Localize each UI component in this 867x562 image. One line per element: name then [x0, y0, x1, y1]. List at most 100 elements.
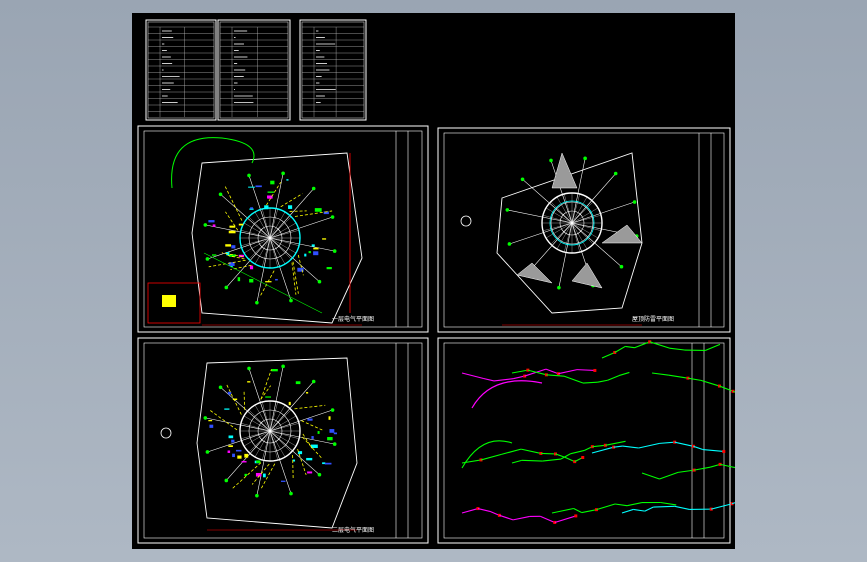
axis-bubble — [332, 249, 337, 253]
wire-run — [208, 259, 246, 268]
sheet-3[interactable]: 二层电气平面图 — [137, 337, 429, 544]
wire-run — [301, 420, 323, 431]
axis-bubble — [218, 385, 223, 390]
fixture-symbol — [286, 179, 289, 181]
dome-rib — [269, 423, 300, 432]
circuit-line — [570, 449, 585, 455]
fixture-symbol — [208, 220, 215, 223]
dome-rib — [269, 237, 297, 254]
circuit-line — [693, 445, 703, 451]
axis-bubble — [549, 158, 553, 163]
fixture-symbol — [267, 196, 273, 199]
axis-bubble — [311, 186, 316, 191]
dome-rib — [564, 193, 573, 224]
cad-viewport[interactable]: 一层电气平面图 屋顶防雷平面图 二层电气平面图 — [132, 13, 735, 549]
site-path — [171, 137, 255, 189]
circuit-line — [513, 375, 525, 380]
dome-rib — [254, 237, 271, 265]
breaker-symbol — [593, 368, 597, 372]
sheet-1-plan — [147, 137, 363, 326]
circuit-line — [668, 374, 689, 379]
circuit-line — [659, 441, 675, 444]
fixture-symbol — [227, 391, 232, 395]
fixture-symbol — [304, 253, 307, 257]
sheet-2-title: 屋顶防雷平面图 — [632, 315, 674, 323]
wire-run — [260, 369, 272, 400]
circuit-line — [625, 345, 635, 349]
dome-rib — [240, 430, 271, 439]
axis-bubble — [281, 364, 285, 369]
circuit-line — [555, 453, 566, 458]
circuit-line — [687, 377, 702, 381]
axis-bubble — [289, 491, 293, 496]
legend-table-1 — [145, 19, 217, 121]
axis-bubble — [255, 300, 259, 305]
axis-bubble — [247, 173, 251, 178]
fixture-symbol — [313, 247, 319, 250]
dome-rib — [243, 222, 271, 239]
circuit-line — [461, 508, 479, 514]
circuit-line — [621, 508, 634, 514]
circuit-line — [614, 503, 628, 507]
fixture-symbol — [288, 205, 293, 209]
dome-rib — [240, 237, 271, 246]
fixture-symbol — [306, 392, 309, 394]
circuit-line — [582, 381, 598, 384]
circuit-line — [653, 505, 675, 508]
axis-bubble — [330, 408, 335, 412]
cad-drawing: 一层电气平面图 屋顶防雷平面图 二层电气平面图 — [137, 19, 735, 544]
fixture-symbol — [255, 185, 262, 188]
wire-run — [292, 455, 294, 479]
axis-bubble — [247, 366, 251, 371]
dome-rib — [269, 237, 278, 268]
roof-segment — [601, 224, 643, 244]
circuit-line — [512, 515, 530, 521]
wire-run — [243, 390, 246, 410]
wire-run — [210, 410, 238, 431]
circuit-line — [633, 508, 645, 512]
fixture-symbol — [307, 418, 313, 421]
fixture-symbol — [262, 473, 266, 478]
circuit-line — [461, 372, 484, 380]
sheet-1[interactable]: 一层电气平面图 — [137, 125, 429, 333]
circuit-line — [626, 502, 643, 507]
fixture-symbol — [255, 472, 262, 477]
wire-run — [297, 254, 304, 276]
circuit-line — [634, 341, 650, 349]
fixture-symbol — [265, 396, 271, 398]
circuit-line — [477, 508, 491, 512]
fixture-symbol — [270, 180, 275, 185]
axis-bubble — [507, 242, 512, 246]
fixture-symbol — [256, 460, 261, 464]
sheet-2[interactable]: 屋顶防雷平面图 — [437, 127, 731, 333]
circuit-line — [520, 448, 542, 454]
axis-bubble — [505, 208, 510, 212]
dome-rib — [254, 430, 271, 458]
circuit-line — [651, 372, 669, 376]
circuit-line — [641, 472, 660, 480]
sheet-3-title: 二层电气平面图 — [332, 526, 374, 534]
fixture-symbol — [314, 208, 322, 212]
circuit-line — [669, 347, 685, 351]
fixture-symbol — [271, 369, 278, 372]
circuit-line — [674, 441, 694, 447]
fixture-symbol — [225, 244, 232, 247]
circuit-line — [659, 471, 679, 480]
fixture-symbol — [231, 245, 236, 249]
dome-rib — [269, 430, 297, 447]
fixture-symbol — [324, 462, 332, 465]
fixture-symbol — [295, 381, 301, 385]
fixture-symbol — [208, 420, 213, 422]
fixture-symbol — [322, 238, 327, 240]
sheet-4[interactable] — [437, 337, 735, 544]
circuit-line — [521, 459, 543, 462]
fixture-symbol — [209, 424, 214, 428]
fixture-symbol — [237, 455, 242, 459]
fixture-symbol — [232, 453, 235, 458]
fixture-symbol — [247, 381, 251, 383]
circuit-line — [493, 378, 514, 382]
fixture-symbol — [212, 224, 216, 227]
circuit-line — [597, 379, 608, 383]
dome-rib — [542, 222, 573, 231]
feeder-curve — [461, 440, 513, 469]
